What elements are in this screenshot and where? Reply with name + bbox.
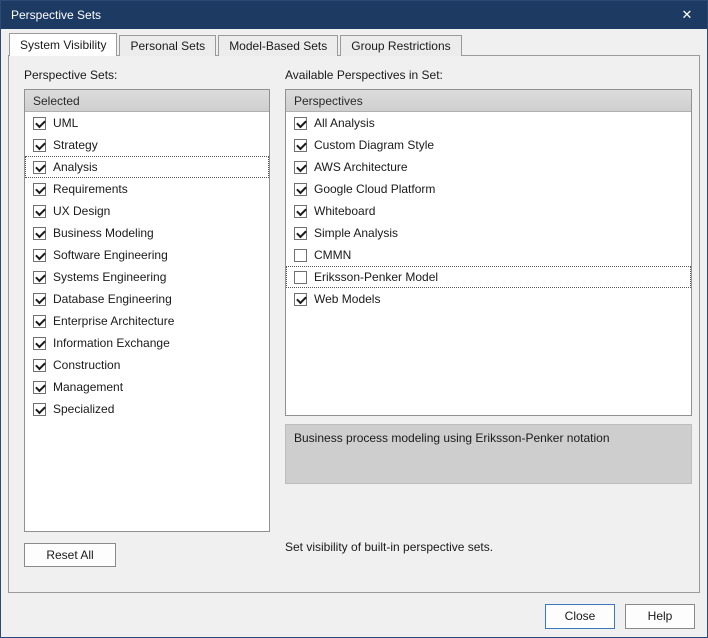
list-item-label: Web Models (314, 292, 381, 306)
selected-sets-list-header: Selected (25, 90, 269, 112)
help-button[interactable]: Help (625, 603, 695, 629)
tab-system-visibility[interactable]: System Visibility (9, 33, 118, 56)
checkbox-checked-icon[interactable] (294, 138, 307, 152)
checkbox-checked-icon[interactable] (294, 292, 307, 306)
list-item[interactable]: Systems Engineering (25, 266, 269, 288)
checkbox-checked-icon[interactable] (33, 204, 46, 218)
list-item[interactable]: Requirements (25, 178, 269, 200)
selected-sets-list-body: UML Strategy Analysis Requirements UX Design… (25, 112, 269, 420)
list-item[interactable]: Construction (25, 354, 269, 376)
checkbox-checked-icon[interactable] (33, 380, 46, 394)
checkbox-unchecked-icon[interactable] (294, 248, 307, 262)
list-item[interactable]: Eriksson-Penker Model (286, 266, 691, 288)
list-item-label: Enterprise Architecture (53, 314, 175, 328)
checkbox-checked-icon[interactable] (294, 204, 307, 218)
list-item[interactable]: Enterprise Architecture (25, 310, 269, 332)
checkbox-checked-icon[interactable] (33, 270, 46, 284)
list-item[interactable]: Management (25, 376, 269, 398)
list-item[interactable]: Information Exchange (25, 332, 269, 354)
list-item-label: Custom Diagram Style (314, 138, 435, 152)
perspectives-list-body: All Analysis Custom Diagram Style AWS Arch… (286, 112, 691, 310)
list-item-label: AWS Architecture (314, 160, 408, 174)
perspective-description: Business process modeling using Eriksson… (285, 424, 692, 484)
checkbox-checked-icon[interactable] (33, 292, 46, 306)
list-item-label: Simple Analysis (314, 226, 399, 240)
perspectives-list-header: Perspectives (286, 90, 691, 112)
checkbox-checked-icon[interactable] (294, 116, 307, 130)
window-title: Perspective Sets (11, 8, 102, 22)
checkbox-checked-icon[interactable] (33, 248, 46, 262)
close-button[interactable]: Close (545, 603, 615, 629)
list-item[interactable]: Business Modeling (25, 222, 269, 244)
perspective-sets-dialog: Perspective Sets ✕ System Visibility Pers… (0, 0, 708, 638)
status-text: Set visibility of built-in perspective s… (285, 540, 494, 554)
list-item-label: Specialized (53, 402, 115, 416)
checkbox-unchecked-icon[interactable] (294, 270, 307, 284)
list-item-label: Google Cloud Platform (314, 182, 436, 196)
available-perspectives-label: Available Perspectives in Set: (285, 68, 443, 82)
perspective-sets-label: Perspective Sets: (24, 68, 118, 82)
list-item-label: UML (53, 116, 79, 130)
list-item[interactable]: Custom Diagram Style (286, 134, 691, 156)
list-item[interactable]: Strategy (25, 134, 269, 156)
reset-all-button[interactable]: Reset All (24, 543, 116, 567)
checkbox-checked-icon[interactable] (33, 138, 46, 152)
tab-bar: System Visibility Personal Sets Model-Base… (1, 29, 707, 56)
checkbox-checked-icon[interactable] (33, 116, 46, 130)
titlebar[interactable]: Perspective Sets ✕ (1, 1, 707, 29)
list-item-label: Eriksson-Penker Model (314, 270, 439, 284)
list-item[interactable]: AWS Architecture (286, 156, 691, 178)
list-item[interactable]: UML (25, 112, 269, 134)
list-item[interactable]: Google Cloud Platform (286, 178, 691, 200)
close-icon[interactable]: ✕ (677, 5, 697, 25)
list-item-label: All Analysis (314, 116, 375, 130)
list-item-label: Requirements (53, 182, 128, 196)
list-item-label: Systems Engineering (53, 270, 167, 284)
checkbox-checked-icon[interactable] (294, 182, 307, 196)
list-item-label: Management (53, 380, 124, 394)
selected-sets-list[interactable]: Selected UML Strategy Analysis Requirements… (24, 89, 270, 532)
list-item-label: Strategy (53, 138, 98, 152)
checkbox-checked-icon[interactable] (33, 182, 46, 196)
footer: Close Help (1, 593, 707, 637)
checkbox-checked-icon[interactable] (33, 336, 46, 350)
list-item-label: Whiteboard (314, 204, 376, 218)
tab-personal-sets[interactable]: Personal Sets (119, 35, 217, 56)
checkbox-checked-icon[interactable] (33, 160, 46, 174)
list-item-label: Business Modeling (53, 226, 154, 240)
list-item[interactable]: Simple Analysis (286, 222, 691, 244)
list-item-label: Analysis (53, 160, 98, 174)
list-item[interactable]: Software Engineering (25, 244, 269, 266)
list-item[interactable]: Database Engineering (25, 288, 269, 310)
list-item[interactable]: Whiteboard (286, 200, 691, 222)
tab-model-based-sets[interactable]: Model-Based Sets (218, 35, 339, 56)
checkbox-checked-icon[interactable] (33, 226, 46, 240)
list-item[interactable]: Web Models (286, 288, 691, 310)
checkbox-checked-icon[interactable] (33, 402, 46, 416)
list-item-label: Information Exchange (53, 336, 170, 350)
tab-group-restrictions[interactable]: Group Restrictions (340, 35, 462, 56)
list-item[interactable]: UX Design (25, 200, 269, 222)
checkbox-checked-icon[interactable] (294, 226, 307, 240)
list-item[interactable]: Analysis (25, 156, 269, 178)
tab-page-system-visibility: Perspective Sets: Available Perspectives… (8, 55, 700, 593)
list-item[interactable]: All Analysis (286, 112, 691, 134)
list-item-label: UX Design (53, 204, 111, 218)
list-item-label: Construction (53, 358, 121, 372)
list-item[interactable]: CMMN (286, 244, 691, 266)
checkbox-checked-icon[interactable] (33, 358, 46, 372)
perspectives-list[interactable]: Perspectives All Analysis Custom Diagram … (285, 89, 692, 416)
list-item-label: Database Engineering (53, 292, 172, 306)
list-item[interactable]: Specialized (25, 398, 269, 420)
list-item-label: CMMN (314, 248, 352, 262)
list-item-label: Software Engineering (53, 248, 168, 262)
checkbox-checked-icon[interactable] (294, 160, 307, 174)
checkbox-checked-icon[interactable] (33, 314, 46, 328)
